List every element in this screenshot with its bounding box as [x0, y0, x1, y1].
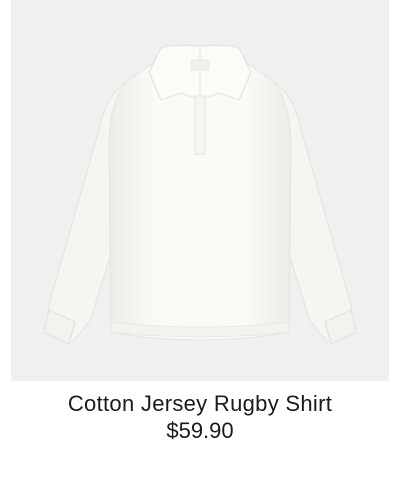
- shirt-illustration: [43, 44, 357, 345]
- product-image[interactable]: [11, 0, 389, 381]
- neck-label: [190, 59, 210, 71]
- product-name[interactable]: Cotton Jersey Rugby Shirt: [0, 391, 400, 417]
- product-card[interactable]: Cotton Jersey Rugby Shirt $59.90: [0, 0, 400, 498]
- placket: [194, 95, 206, 155]
- product-price: $59.90: [166, 418, 234, 443]
